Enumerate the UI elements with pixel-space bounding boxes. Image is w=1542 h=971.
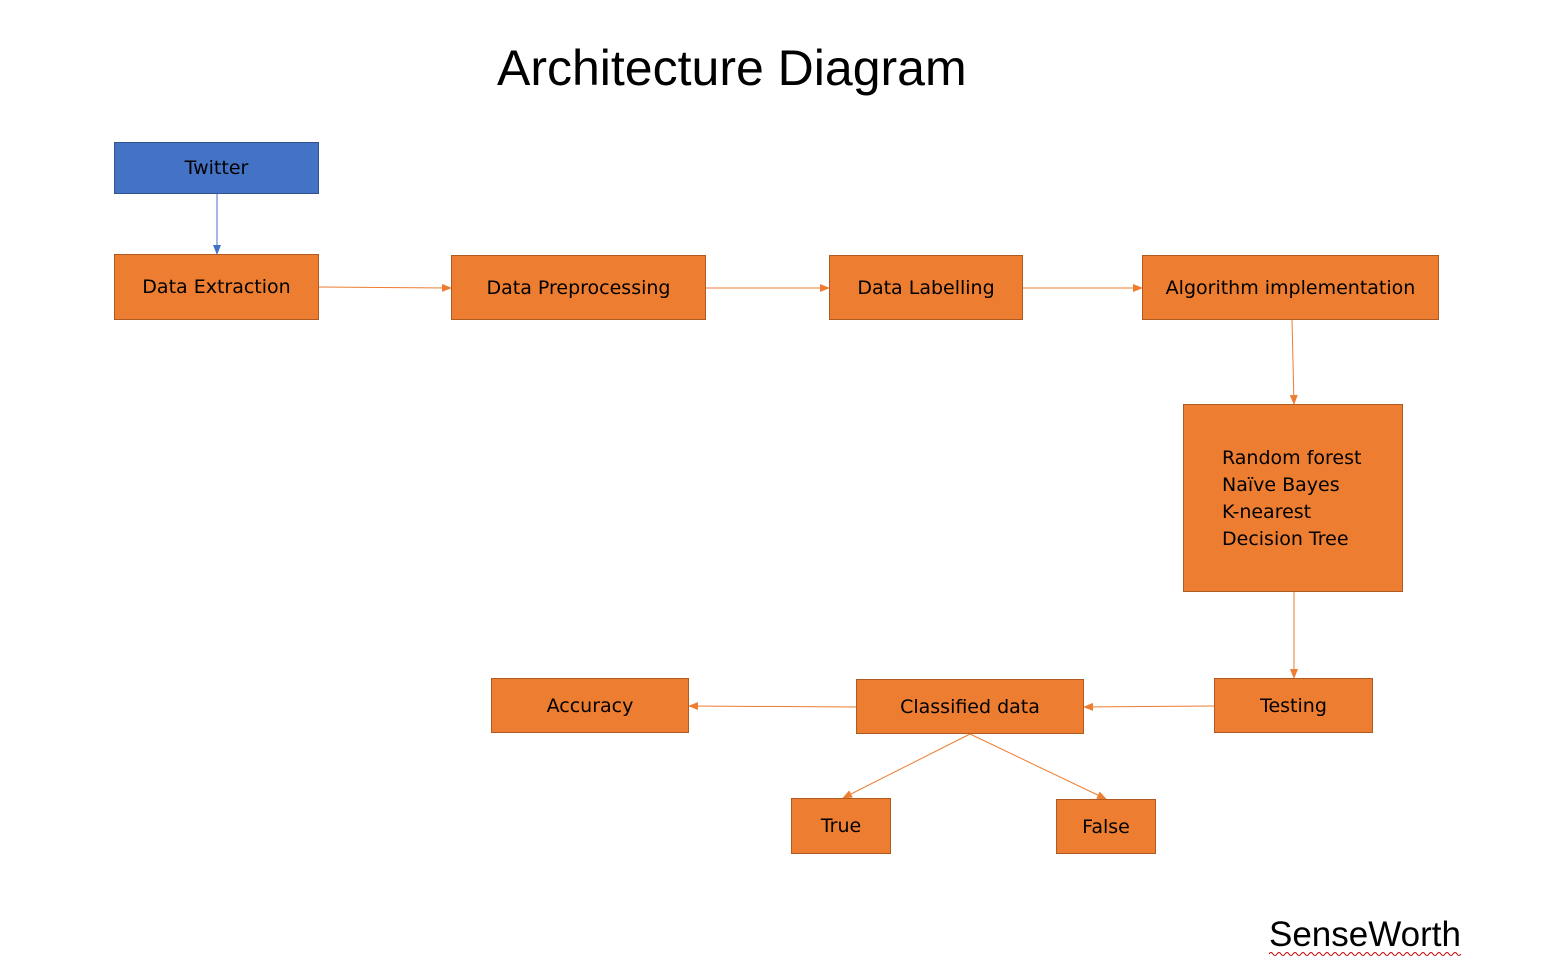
arrow-classified-to-false — [969, 733, 1107, 800]
algorithm-item: Naïve Bayes — [1222, 474, 1340, 496]
false-node: False — [1056, 799, 1156, 854]
algorithm-implementation-node: Algorithm implementation — [1142, 255, 1439, 320]
accuracy-label: Accuracy — [546, 694, 634, 717]
testing-node: Testing — [1214, 678, 1373, 733]
true-node: True — [791, 798, 891, 854]
algorithm-list: Random forest Naïve Bayes K-nearest Deci… — [1222, 445, 1361, 553]
classified-data-node: Classified data — [856, 679, 1084, 734]
data-extraction-node: Data Extraction — [114, 254, 319, 320]
twitter-node: Twitter — [114, 142, 319, 194]
data-extraction-label: Data Extraction — [142, 276, 291, 298]
accuracy-node: Accuracy — [491, 678, 689, 733]
true-label: True — [820, 815, 862, 837]
algorithms-node: Random forest Naïve Bayes K-nearest Deci… — [1183, 404, 1403, 592]
brand-text: SenseWorth — [1269, 915, 1461, 954]
arrow-algorithm-to-models — [1289, 319, 1298, 405]
algorithm-implementation-label: Algorithm implementation — [1165, 276, 1416, 299]
testing-label: Testing — [1260, 694, 1327, 717]
data-preprocessing-label: Data Preprocessing — [486, 276, 671, 299]
data-preprocessing-node: Data Preprocessing — [451, 255, 706, 320]
data-labelling-label: Data Labelling — [857, 276, 995, 299]
arrow-classified-to-accuracy — [688, 702, 857, 711]
algorithm-item: Random forest — [1222, 447, 1362, 469]
classified-data-label: Classified data — [900, 695, 1040, 718]
spellcheck-underline — [1269, 952, 1462, 956]
algorithm-item: K-nearest — [1222, 501, 1312, 523]
data-labelling-node: Data Labelling — [829, 255, 1023, 320]
arrow-classified-to-true — [842, 733, 971, 799]
twitter-label: Twitter — [184, 157, 249, 179]
arrow-testing-to-classified — [1083, 702, 1215, 711]
algorithm-item: Decision Tree — [1222, 528, 1349, 550]
false-label: False — [1082, 815, 1130, 838]
arrow-extraction-to-preprocessing — [318, 283, 452, 292]
